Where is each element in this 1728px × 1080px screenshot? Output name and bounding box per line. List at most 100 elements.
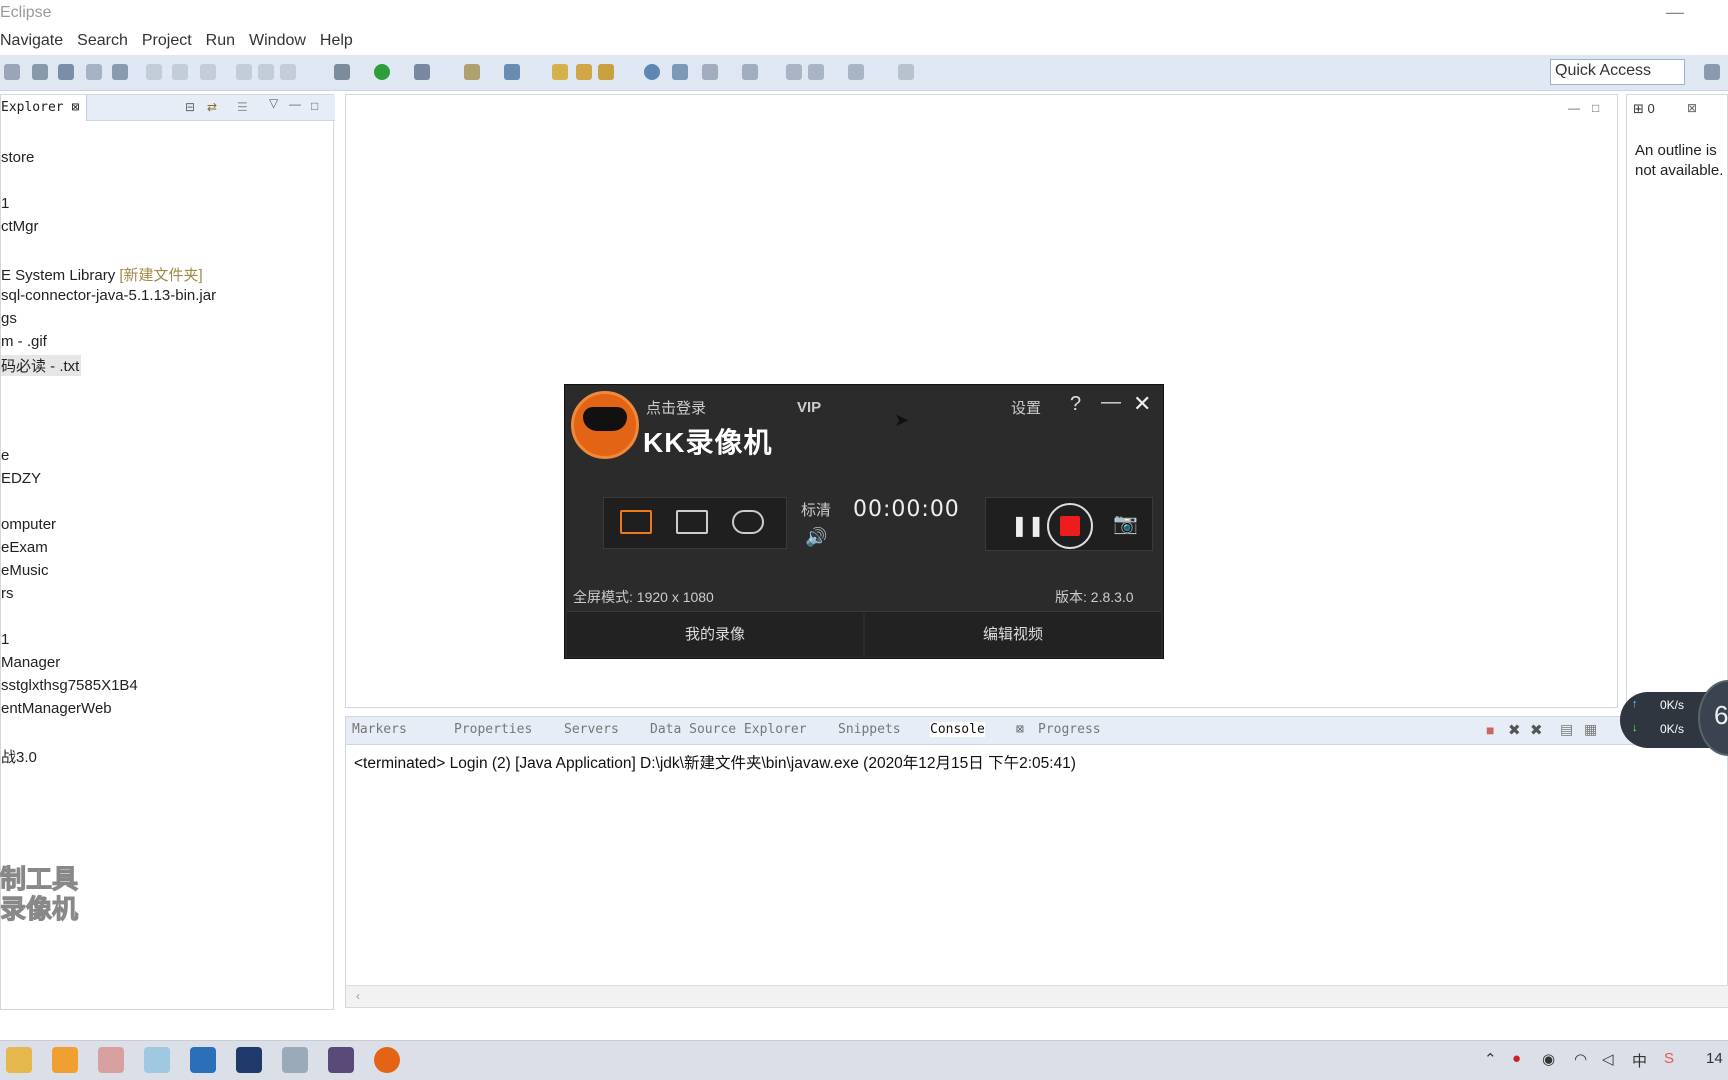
tree-item-selected[interactable]: 码必读 - .txt (1, 355, 82, 376)
eclipse-icon[interactable] (328, 1047, 354, 1073)
external-tools-icon[interactable] (504, 64, 520, 80)
photoshop-icon[interactable] (236, 1047, 262, 1073)
quality-select[interactable]: 标清 (801, 499, 831, 520)
minimize-icon[interactable]: — (1568, 101, 1580, 115)
tab-explorer[interactable]: Explorer ⊠ (1, 95, 87, 121)
tree-item[interactable]: 战3.0 (1, 746, 37, 767)
wifi-icon[interactable]: ◠ (1574, 1050, 1587, 1068)
terminate-icon[interactable]: ■ (1486, 722, 1494, 738)
pin-editor-icon[interactable] (898, 64, 914, 80)
tree-item[interactable]: m - .gif (1, 333, 47, 350)
tree-item[interactable]: 1 (1, 195, 9, 212)
open-resource-icon[interactable] (576, 64, 592, 80)
maximize-icon[interactable]: □ (311, 99, 318, 113)
region-mode-icon[interactable] (676, 510, 708, 534)
close-icon[interactable]: ⊠ (71, 100, 79, 115)
minimize-icon[interactable]: — (289, 97, 301, 111)
tree-item[interactable]: E System Library [新建文件夹] (1, 264, 203, 285)
new-server-icon[interactable] (464, 64, 480, 80)
volume-icon[interactable]: ◁ (1602, 1050, 1614, 1068)
globe-icon[interactable] (644, 64, 660, 80)
tree-item[interactable]: EDZY (1, 470, 41, 487)
quick-access-input[interactable]: Quick Access (1550, 59, 1685, 85)
edit-video-button[interactable]: 编辑视频 (865, 611, 1161, 657)
sogou-icon[interactable]: S (1664, 1050, 1674, 1067)
login-link[interactable]: 点击登录 (646, 397, 706, 418)
remove-launch-icon[interactable]: ✖ (1508, 721, 1521, 739)
tree-item[interactable]: sstglxthsg7585X1B4 (1, 677, 138, 694)
collapse-all-icon[interactable]: ⊟ (185, 100, 195, 114)
terminate-icon[interactable] (280, 64, 296, 80)
file-explorer-icon[interactable] (6, 1047, 32, 1073)
tree-item[interactable]: e (1, 447, 9, 464)
menu-help[interactable]: Help (320, 28, 353, 54)
tab-properties[interactable]: Properties (454, 722, 532, 737)
volume-icon[interactable]: 🔊 (805, 527, 827, 548)
save-icon[interactable] (32, 64, 48, 80)
tab-markers[interactable]: Markers (352, 722, 407, 737)
pause-icon[interactable]: ❚❚ (1011, 513, 1045, 538)
app-icon[interactable] (98, 1047, 124, 1073)
tree-item[interactable]: gs (1, 310, 17, 327)
prev-annotation-icon[interactable] (742, 64, 758, 80)
tab-data-source-explorer[interactable]: Data Source Explorer (650, 722, 807, 737)
stop-icon[interactable] (1060, 516, 1080, 536)
tray-app-icon[interactable]: ● (1512, 1050, 1521, 1067)
tab-progress[interactable]: Progress (1038, 722, 1101, 737)
remove-all-icon[interactable]: ✖ (1530, 721, 1543, 739)
view-menu-icon[interactable]: ☰ (237, 100, 248, 114)
vip-link[interactable]: VIP (797, 399, 821, 416)
chevron-down-icon[interactable]: ▽ (269, 96, 278, 110)
tree-item[interactable]: sql-connector-java-5.1.13-bin.jar (1, 287, 216, 304)
menu-window[interactable]: Window (249, 28, 306, 54)
my-recordings-button[interactable]: 我的录像 (567, 611, 863, 657)
app-icon[interactable] (282, 1047, 308, 1073)
tree-item[interactable]: entManagerWeb (1, 700, 112, 717)
resume-icon[interactable] (236, 64, 252, 80)
scroll-left-icon[interactable]: ‹ (356, 989, 360, 1003)
menu-search[interactable]: Search (77, 28, 128, 54)
app-icon[interactable] (144, 1047, 170, 1073)
redo-icon[interactable] (172, 64, 188, 80)
camera-icon[interactable]: 📷 (1113, 511, 1138, 536)
horizontal-scrollbar[interactable]: ‹ (346, 985, 1728, 1007)
help-icon[interactable]: ? (1070, 393, 1081, 416)
tab-snippets[interactable]: Snippets (838, 722, 901, 737)
app-icon[interactable] (52, 1047, 78, 1073)
link-editor-icon[interactable]: ⇄ (207, 100, 217, 114)
print-icon[interactable] (4, 64, 20, 80)
menu-project[interactable]: Project (142, 28, 192, 54)
tree-item[interactable]: Manager (1, 654, 60, 671)
tab-console[interactable]: Console (930, 722, 985, 737)
game-mode-icon[interactable] (732, 510, 764, 534)
tree-item[interactable]: rs (1, 585, 14, 602)
next-annotation-icon[interactable] (702, 64, 718, 80)
maximize-icon[interactable]: □ (1592, 101, 1599, 115)
kk-recorder-taskbar-icon[interactable] (374, 1047, 400, 1073)
open-perspective-icon[interactable] (1704, 64, 1720, 80)
edit-icon[interactable] (58, 64, 74, 80)
coverage-icon[interactable] (414, 64, 430, 80)
step-icon[interactable] (200, 64, 216, 80)
forward-icon[interactable] (848, 64, 864, 80)
tree-item[interactable]: 1 (1, 631, 9, 648)
suspend-icon[interactable] (258, 64, 274, 80)
close-icon[interactable]: ⊠ (1016, 722, 1024, 737)
app-icon[interactable] (190, 1047, 216, 1073)
tree-item[interactable]: store (1, 149, 34, 166)
open-type-icon[interactable] (552, 64, 568, 80)
tab-servers[interactable]: Servers (564, 722, 619, 737)
run-icon[interactable] (374, 64, 390, 80)
format-icon[interactable] (86, 64, 102, 80)
back-icon[interactable] (786, 64, 802, 80)
tree-item[interactable]: eMusic (1, 562, 49, 579)
clear-console-icon[interactable]: ▤ (1560, 721, 1573, 738)
search-icon[interactable] (598, 64, 614, 80)
refactor-icon[interactable] (112, 64, 128, 80)
undo-icon[interactable] (146, 64, 162, 80)
qq-icon[interactable]: ◉ (1542, 1050, 1555, 1068)
minimize-button[interactable]: — (1666, 2, 1684, 23)
tree-item[interactable]: ctMgr (1, 218, 39, 235)
minimize-icon[interactable]: — (1101, 391, 1121, 414)
tree-item[interactable]: omputer (1, 516, 56, 533)
